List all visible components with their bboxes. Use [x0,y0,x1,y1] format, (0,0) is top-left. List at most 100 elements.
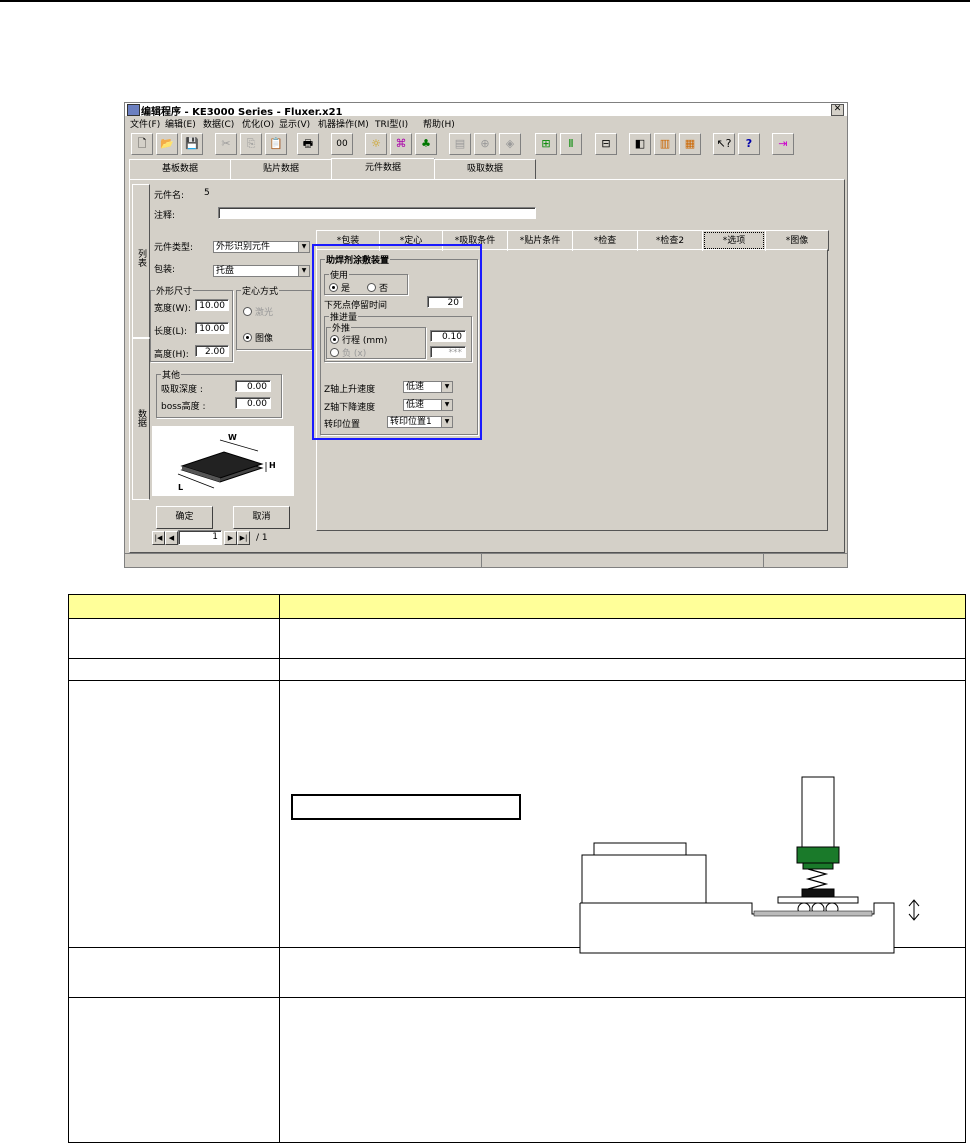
save-icon[interactable]: 💾 [181,133,203,155]
exit-icon[interactable]: ⇥ [772,133,794,155]
svg-text:L: L [178,483,183,492]
squeegee-block [581,854,707,904]
ok-button[interactable]: 确定 [156,506,213,529]
menu-machine[interactable]: 机器操作(M) [318,117,369,130]
side-tab-list[interactable]: 列表 [132,184,150,338]
menu-data[interactable]: 数据(C) [203,117,234,130]
rotate-icon[interactable]: ◧ [629,133,651,155]
sub-tab-inspection[interactable]: *检查 [572,230,638,251]
record-navigator: |◀ ◀ 1 ▶ ▶| / 1 [152,530,300,546]
calc-icon[interactable]: ⊟ [595,133,617,155]
whatsthis-icon[interactable]: ↖? [713,133,735,155]
cancel-button[interactable]: 取消 [233,506,290,529]
pick-depth-label: 吸取深度 : [161,385,203,395]
sub-tab-inspection2[interactable]: *检查2 [637,230,703,251]
mark-icon[interactable]: ⊞ [535,133,557,155]
pick-depth-field[interactable]: 0.00 [235,380,271,392]
nozzle-collar [802,862,834,870]
flux-dipping-diagram [579,776,920,954]
paste-icon[interactable]: 📋 [265,133,287,155]
boss-height-label: boss高度 : [161,402,206,412]
length-field[interactable]: 10.00 [195,322,229,334]
other-title: 其他 [161,368,182,381]
vision-icon[interactable]: ⌘ [390,133,412,155]
sub-tab-options[interactable]: *选项 [702,230,766,251]
group-icon[interactable]: ♣ [415,133,437,155]
menu-edit[interactable]: 编辑(E) [165,117,196,130]
menu-help[interactable]: 帮助(H) [423,117,455,130]
tab-component-data[interactable]: 元件数据 [331,158,435,180]
description-table [68,594,966,1143]
column-icon[interactable]: ▥ [654,133,676,155]
highlight-box [312,244,482,440]
first-record-icon[interactable]: |◀ [152,531,165,545]
menu-tri[interactable]: TRI型(I) [375,117,408,130]
print-icon[interactable]: 🖶 [297,133,319,155]
row-divider [69,658,965,659]
height-field[interactable]: 2.00 [195,345,229,357]
length-label: 长度(L): [154,327,188,337]
copy-icon[interactable]: ⎘ [240,133,262,155]
layer-icon[interactable]: ▦ [679,133,701,155]
editor-window: 编辑程序 - KE3000 Series - Fluxer.x21 ✕ 文件(F… [124,102,848,568]
main-tab-bar: 基板数据 贴片数据 元件数据 吸取数据 [129,158,843,180]
nozzle-shaft [801,776,835,850]
table-header [69,595,965,619]
comment-label: 注释: [154,211,176,221]
close-icon[interactable]: ✕ [831,104,844,116]
column-divider [279,595,280,1142]
menu-view[interactable]: 显示(V) [279,117,310,130]
chevron-down-icon: ▼ [298,266,309,276]
page-top-rule [0,0,970,2]
status-divider [763,554,764,567]
component-data-panel: 列表 数据 元件名: 5 注释: 元件类型: 外形识别元件 ▼ 包装: 托盘 ▼ 外… [129,179,845,553]
centering-laser-radio[interactable]: 激光 [243,305,273,318]
nozzle-holder [796,846,840,864]
component-name-value: 5 [204,188,210,198]
centering-image-radio[interactable]: 图像 [243,331,273,344]
new-icon[interactable]: 🗋 [131,133,153,155]
outline-size-group: 外形尺寸 宽度(W): 10.00 长度(L): 10.00 高度(H): 2.… [150,284,233,362]
sub-tab-image[interactable]: *图像 [765,230,829,251]
last-record-icon[interactable]: ▶| [237,531,250,545]
prev-record-icon[interactable]: ◀ [165,531,178,545]
goto-icon[interactable]: 00 [331,133,353,155]
other-group: 其他 吸取深度 : 0.00 boss高度 : 0.00 [156,368,282,418]
width-label: 宽度(W): [154,304,191,314]
menu-optimize[interactable]: 优化(O) [242,117,274,130]
flux-plate [579,902,895,954]
nozzle-tip [801,888,835,898]
svg-text:H: H [269,461,276,470]
width-field[interactable]: 10.00 [195,299,229,311]
tab-placement-data[interactable]: 贴片数据 [230,159,332,179]
next-record-icon[interactable]: ▶ [224,531,237,545]
help-icon[interactable]: ? [738,133,760,155]
open-icon[interactable]: 📂 [156,133,178,155]
empty-label-box [291,794,521,820]
package-select[interactable]: 托盘 ▼ [213,265,310,277]
comment-field[interactable] [218,207,536,219]
svg-text:W: W [228,433,237,442]
nozzle-icon[interactable]: ⊕ [474,133,496,155]
menu-file[interactable]: 文件(F) [130,117,160,130]
chevron-down-icon: ▼ [298,242,309,252]
menu-bar: 文件(F) 编辑(E) 数据(C) 优化(O) 显示(V) 机器操作(M) TR… [125,117,847,130]
page-field[interactable]: 1 [178,530,222,545]
tray-icon[interactable]: ◈ [499,133,521,155]
toolbar: 🗋 📂 💾 ✂ ⎘ 📋 🖶 00 ☼ ⌘ ♣ ▤ ⊕ ◈ ⊞ Ⅱ ⊟ ◧ ▥ ▦… [125,131,847,157]
light-icon[interactable]: ☼ [365,133,387,155]
cut-icon[interactable]: ✂ [215,133,237,155]
side-tab-data[interactable]: 数据 [132,338,150,500]
tab-board-data[interactable]: 基板数据 [129,159,231,179]
boss-height-field[interactable]: 0.00 [235,397,271,409]
component-name-label: 元件名: [154,191,185,201]
component-body [777,896,859,904]
tab-pick-data[interactable]: 吸取数据 [434,159,536,179]
component-type-select[interactable]: 外形识别元件 ▼ [213,241,310,253]
sub-tab-place-conditions[interactable]: *贴片条件 [507,230,573,251]
flux-film [753,910,873,917]
feeder-icon[interactable]: ▤ [449,133,471,155]
package-label: 包装: [154,265,176,275]
bar-icon[interactable]: Ⅱ [560,133,582,155]
app-icon [127,104,140,116]
